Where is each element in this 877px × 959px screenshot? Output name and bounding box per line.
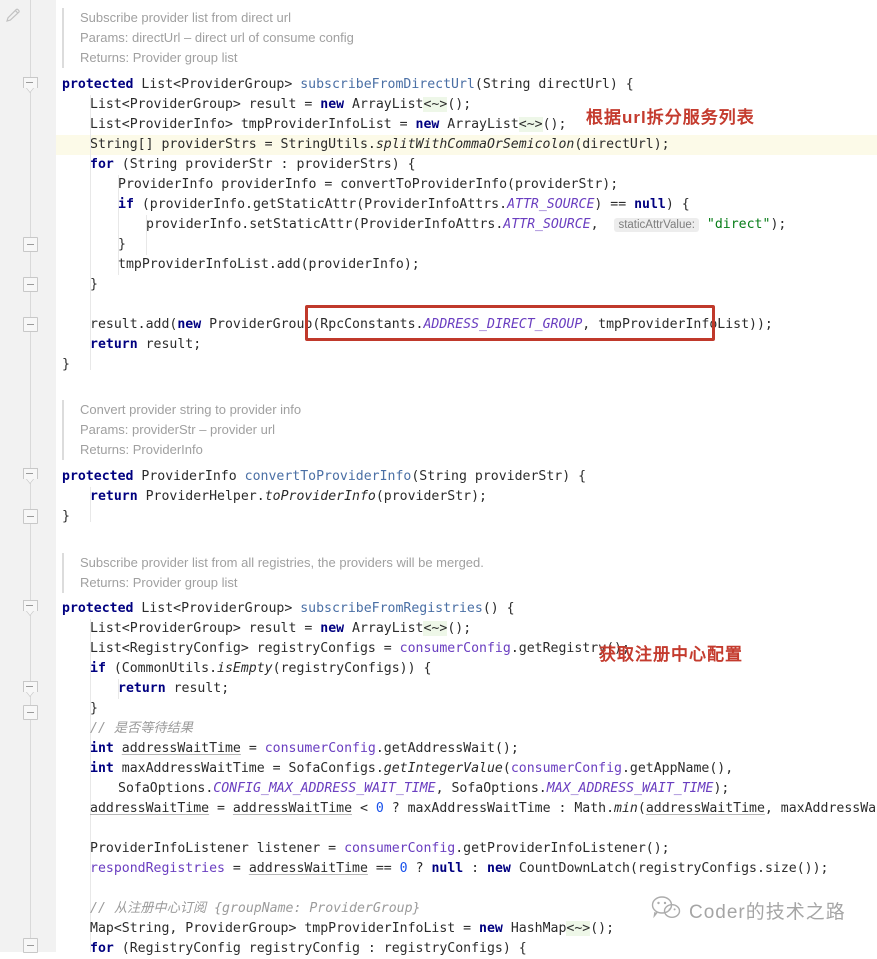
code-line[interactable]: if (CommonUtils.isEmpty(registryConfigs)… bbox=[90, 659, 431, 679]
pencil-icon[interactable] bbox=[4, 6, 22, 24]
code-line[interactable]: } bbox=[90, 699, 98, 719]
javadoc-line: Params: directUrl – direct url of consum… bbox=[80, 30, 354, 45]
code-line[interactable]: List<ProviderInfo> tmpProviderInfoList =… bbox=[90, 115, 566, 135]
annotation-get-registry-config: 获取注册中心配置 bbox=[599, 645, 743, 664]
code-line[interactable]: List<ProviderGroup> result = new ArrayLi… bbox=[90, 95, 471, 115]
code-line[interactable]: List<RegistryConfig> registryConfigs = c… bbox=[90, 639, 630, 659]
code-line-set-static-attr[interactable]: providerInfo.setStaticAttr(ProviderInfoA… bbox=[146, 215, 786, 235]
code-line-result-add-provider-group[interactable]: result.add(new ProviderGroup(RpcConstant… bbox=[90, 315, 773, 335]
code-line[interactable]: return result; bbox=[90, 335, 201, 355]
code-line[interactable]: int maxAddressWaitTime = SofaConfigs.get… bbox=[90, 759, 733, 779]
javadoc-block-subscribe-registries: Subscribe provider list from all registr… bbox=[62, 553, 484, 593]
code-line[interactable]: ProviderInfo providerInfo = convertToPro… bbox=[118, 175, 618, 195]
watermark: Coder的技术之路 bbox=[651, 895, 846, 925]
code-line[interactable]: String[] providerStrs = StringUtils.spli… bbox=[90, 135, 670, 155]
code-line[interactable]: for (String providerStr : providerStrs) … bbox=[90, 155, 416, 175]
fold-marker[interactable] bbox=[23, 938, 38, 953]
javadoc-block-convert-provider: Convert provider string to provider info… bbox=[62, 400, 301, 460]
editor-gutter[interactable] bbox=[0, 0, 57, 953]
fold-marker[interactable] bbox=[23, 317, 38, 332]
code-line-signature-subscribe-registries[interactable]: protected List<ProviderGroup> subscribeF… bbox=[62, 599, 515, 619]
code-line[interactable]: } bbox=[118, 235, 126, 255]
code-line[interactable]: return result; bbox=[118, 679, 229, 699]
fold-marker[interactable] bbox=[23, 277, 38, 292]
code-line[interactable]: for (RegistryConfig registryConfig : reg… bbox=[90, 939, 527, 959]
fold-marker[interactable] bbox=[23, 509, 38, 524]
code-line[interactable]: ProviderInfoListener listener = consumer… bbox=[90, 839, 670, 859]
code-line-comment-subscribe-registry[interactable]: // 从注册中心订阅 {groupName: ProviderGroup} bbox=[90, 899, 421, 919]
fold-marker[interactable] bbox=[23, 705, 38, 720]
fold-marker[interactable] bbox=[23, 77, 38, 92]
javadoc-line: Returns: Provider group list bbox=[80, 50, 238, 65]
code-line-signature-convert-provider-info[interactable]: protected ProviderInfo convertToProvider… bbox=[62, 467, 586, 487]
code-line[interactable]: SofaOptions.CONFIG_MAX_ADDRESS_WAIT_TIME… bbox=[118, 779, 729, 799]
code-line[interactable]: Map<String, ProviderGroup> tmpProviderIn… bbox=[90, 919, 614, 939]
code-line[interactable]: if (providerInfo.getStaticAttr(ProviderI… bbox=[118, 195, 690, 215]
code-line[interactable]: } bbox=[62, 507, 70, 527]
code-editor[interactable]: Subscribe provider list from direct url … bbox=[56, 0, 877, 956]
javadoc-line: Returns: Provider group list bbox=[80, 575, 238, 590]
watermark-text: Coder的技术之路 bbox=[689, 901, 846, 923]
code-line-signature-subscribe-direct-url[interactable]: protected List<ProviderGroup> subscribeF… bbox=[62, 75, 634, 95]
fold-marker[interactable] bbox=[23, 468, 38, 483]
javadoc-line: Returns: ProviderInfo bbox=[80, 442, 203, 457]
code-line-comment-wait-result[interactable]: // 是否等待结果 bbox=[90, 719, 193, 739]
javadoc-block-subscribe-direct-url: Subscribe provider list from direct url … bbox=[62, 8, 354, 68]
javadoc-line: Subscribe provider list from all registr… bbox=[80, 555, 484, 570]
inlay-hint-static-attr-value: staticAttrValue: bbox=[614, 218, 699, 232]
javadoc-line: Convert provider string to provider info bbox=[80, 402, 302, 417]
code-line[interactable]: int addressWaitTime = consumerConfig.get… bbox=[90, 739, 519, 759]
wechat-logo-icon bbox=[651, 895, 681, 925]
annotation-split-by-url: 根据url拆分服务列表 bbox=[586, 108, 755, 127]
fold-marker[interactable] bbox=[23, 237, 38, 252]
code-line[interactable]: addressWaitTime = addressWaitTime < 0 ? … bbox=[90, 799, 877, 819]
code-line[interactable]: return ProviderHelper.toProviderInfo(pro… bbox=[90, 487, 487, 507]
fold-marker[interactable] bbox=[23, 600, 38, 615]
code-line[interactable]: } bbox=[62, 355, 70, 375]
code-line[interactable]: } bbox=[90, 275, 98, 295]
code-line[interactable]: tmpProviderInfoList.add(providerInfo); bbox=[118, 255, 420, 275]
fold-marker[interactable] bbox=[23, 681, 38, 696]
code-line[interactable]: respondRegistries = addressWaitTime == 0… bbox=[90, 859, 828, 879]
javadoc-line: Subscribe provider list from direct url bbox=[80, 10, 291, 25]
code-line[interactable]: List<ProviderGroup> result = new ArrayLi… bbox=[90, 619, 471, 639]
javadoc-line: Params: providerStr – provider url bbox=[80, 422, 276, 437]
